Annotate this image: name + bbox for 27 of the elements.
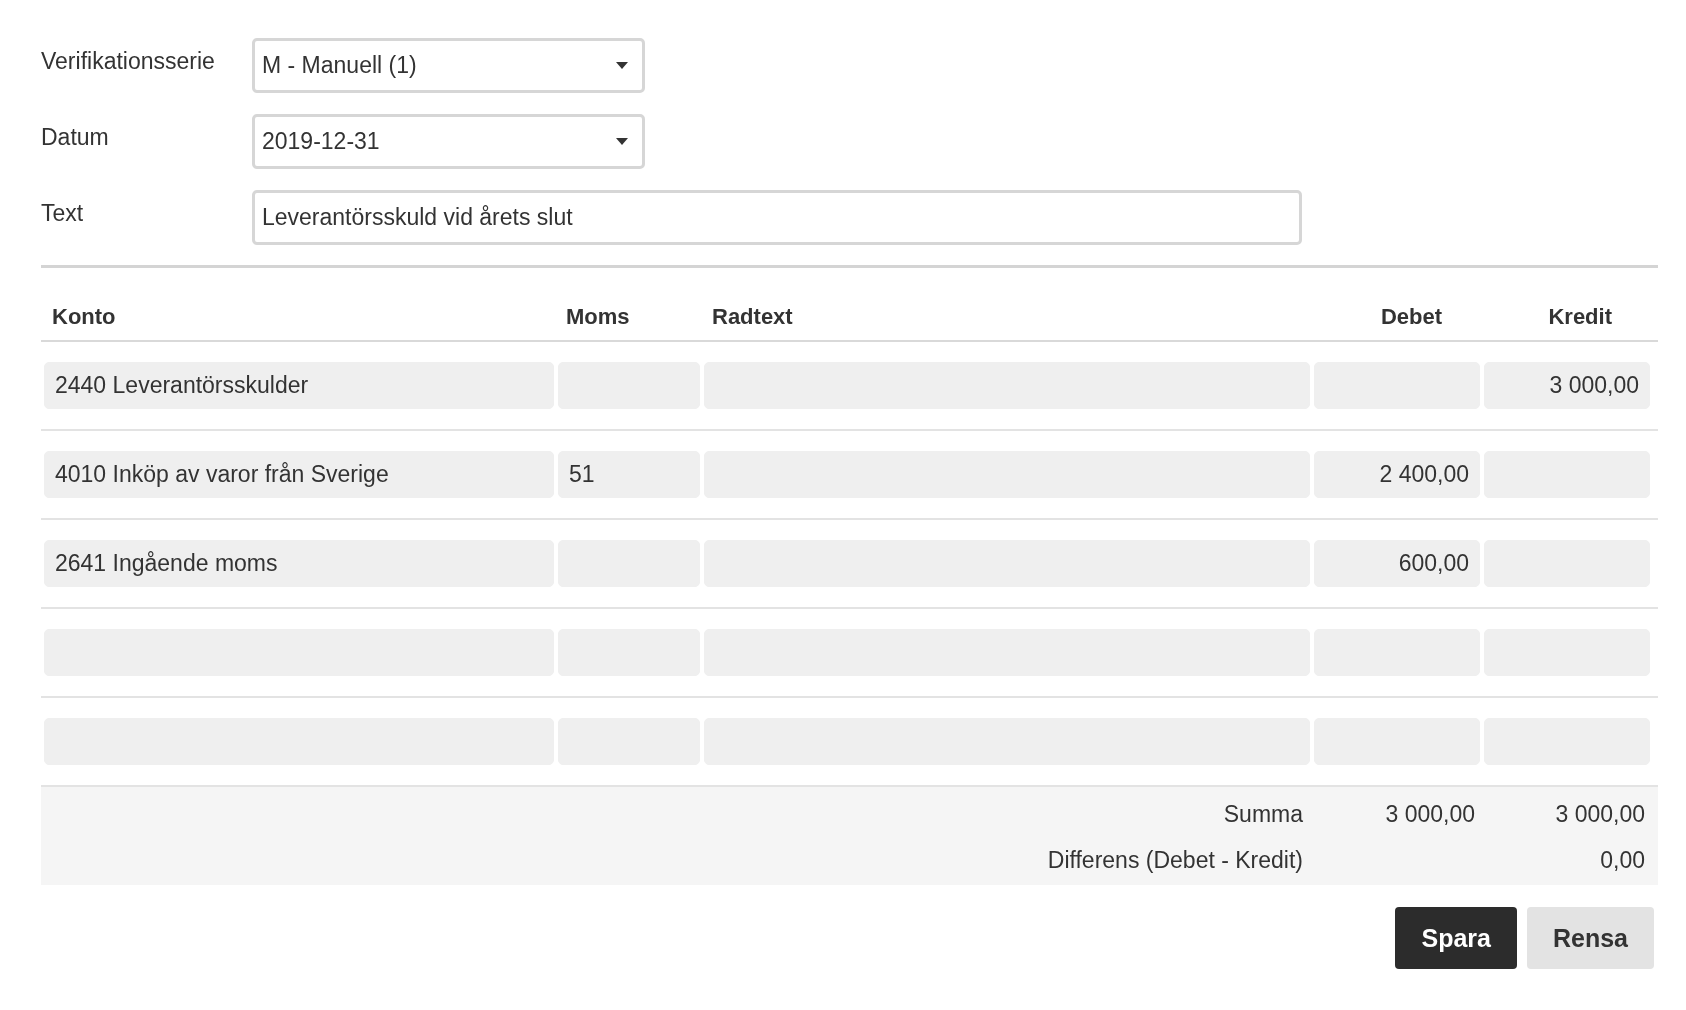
cell-input[interactable]: 3 000,00 — [1484, 362, 1650, 409]
select-field[interactable]: M - Manuell (1) — [252, 38, 645, 93]
column-header: Moms — [565, 304, 631, 330]
summary-label: Summa — [1222, 800, 1303, 828]
cell-input[interactable]: 51 — [558, 451, 700, 498]
cell-input[interactable]: 2641 Ingående moms — [44, 540, 554, 587]
summary-label: Differens (Debet - Kredit) — [1046, 846, 1303, 874]
input-field[interactable]: Leverantörsskuld vid årets slut — [252, 190, 1302, 245]
select-field[interactable]: 2019-12-31 — [252, 114, 645, 169]
cell-input[interactable]: 600,00 — [1314, 540, 1480, 587]
cell-input[interactable]: 4010 Inköp av varor från Sverige — [44, 451, 554, 498]
column-header: Debet — [1379, 304, 1443, 330]
clear-button[interactable]: Rensa — [1526, 907, 1654, 969]
field-label: Datum — [41, 123, 110, 151]
caret-icon — [616, 62, 628, 69]
column-header: Konto — [51, 304, 117, 330]
column-header: Kredit — [1547, 304, 1613, 330]
kredit-total: 3 000,00 — [1554, 800, 1645, 828]
caret-icon — [616, 138, 628, 145]
cell-input[interactable]: 2 400,00 — [1314, 451, 1480, 498]
field-label: Verifikationsserie — [41, 47, 216, 75]
column-header: Radtext — [711, 304, 794, 330]
kredit-total: 0,00 — [1599, 846, 1645, 874]
save-button[interactable]: Spara — [1395, 907, 1517, 969]
debet-total: 3 000,00 — [1384, 800, 1475, 828]
field-label: Text — [41, 199, 85, 227]
cell-input[interactable]: 2440 Leverantörsskulder — [44, 362, 554, 409]
